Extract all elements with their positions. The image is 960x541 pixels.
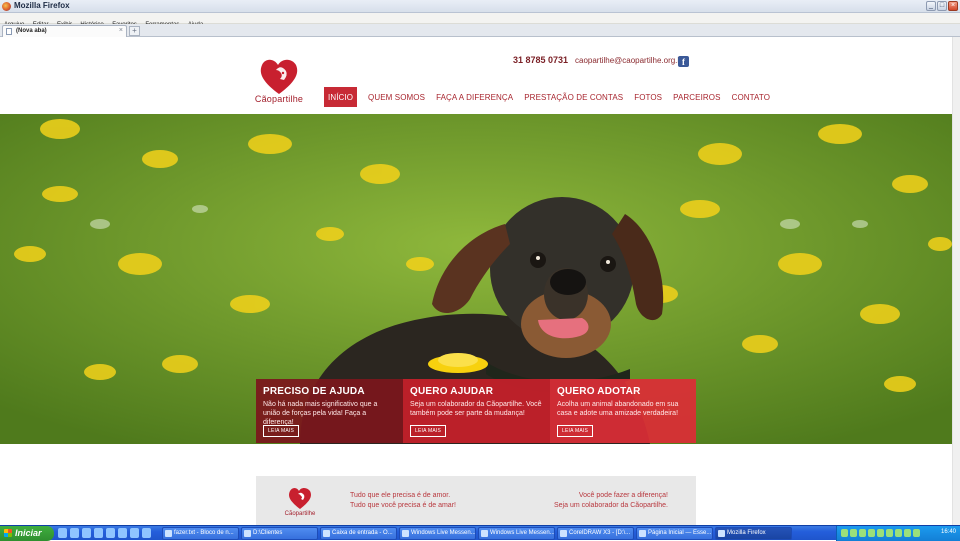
tray-icon[interactable] — [877, 529, 884, 537]
card-title: PRECISO DE AJUDA — [263, 386, 365, 397]
tab-nova-aba[interactable]: (Nova aba) × — [2, 25, 127, 37]
close-button[interactable]: × — [948, 1, 958, 11]
minimize-button[interactable]: _ — [926, 1, 936, 11]
leia-mais-button[interactable]: LEIA MAIS — [263, 425, 299, 437]
card-title: QUERO AJUDAR — [410, 386, 494, 397]
tray-icon[interactable] — [886, 529, 893, 537]
nav-contato[interactable]: CONTATO — [732, 93, 770, 102]
tray-icon[interactable] — [904, 529, 911, 537]
window-titlebar: Mozilla Firefox _ □ × — [0, 0, 960, 13]
nav-quem-somos[interactable]: QUEM SOMOS — [368, 93, 425, 102]
quick-launch-icon[interactable] — [142, 528, 151, 538]
quick-launch-icon[interactable] — [130, 528, 139, 538]
menubar: Arquivo Editar Exibir Histórico Favorito… — [0, 13, 960, 28]
taskbar-item[interactable]: CorelDRAW X3 - [D:\... — [557, 527, 634, 540]
taskbar-item[interactable]: Página Inicial — Esse... — [636, 527, 713, 540]
quick-launch-icon[interactable] — [82, 528, 91, 538]
tab-bar: (Nova aba) × + — [0, 24, 960, 37]
card-title: QUERO ADOTAR — [557, 386, 641, 397]
main-nav: INÍCIO QUEM SOMOS FAÇA A DIFERENÇA PREST… — [324, 87, 781, 107]
quick-launch-icon[interactable] — [106, 528, 115, 538]
facebook-icon[interactable]: f — [678, 56, 689, 67]
nav-faca-a-diferenca[interactable]: FAÇA A DIFERENÇA — [436, 93, 513, 102]
window-controls: _ □ × — [926, 1, 958, 11]
quick-launch-icon[interactable] — [70, 528, 79, 538]
tray-icon[interactable] — [841, 529, 848, 537]
card-quero-adotar[interactable]: QUERO ADOTAR Acolha um animal abandonado… — [550, 379, 696, 443]
footer-right-line-2: Seja um colaborador da Cãopartilhe. — [553, 502, 668, 509]
window-title: Mozilla Firefox — [14, 1, 70, 10]
nav-prestacao-de-contas[interactable]: PRESTAÇÃO DE CONTAS — [524, 93, 623, 102]
footer-left-line-1: Tudo que ele precisa é de amor. — [350, 492, 451, 499]
system-tray: 16:40 — [836, 526, 960, 541]
footer-logo-text: Cãopartilhe — [284, 511, 316, 517]
start-button[interactable]: Iniciar — [0, 526, 54, 541]
taskbar-item[interactable]: fazer.txt - Bloco de n... — [162, 527, 239, 540]
windows-taskbar: Iniciar fazer.txt - Bloco de n... D:\Cli… — [0, 525, 960, 541]
quick-launch-icon[interactable] — [118, 528, 127, 538]
clock[interactable]: 16:40 — [941, 529, 956, 535]
firefox-icon — [2, 2, 11, 11]
footer-band: Cãopartilhe Tudo que ele precisa é de am… — [256, 476, 696, 525]
page-icon — [6, 28, 12, 35]
taskbar-item[interactable]: Caixa de entrada - O... — [320, 527, 397, 540]
nav-fotos[interactable]: FOTOS — [634, 93, 662, 102]
footer-left-text: Tudo que ele precisa é de amor. Tudo que… — [350, 491, 456, 511]
nav-inicio[interactable]: INÍCIO — [324, 87, 358, 107]
quick-launch-icon[interactable] — [58, 528, 67, 538]
tray-icon[interactable] — [868, 529, 875, 537]
taskbar-item[interactable]: Windows Live Messen... — [478, 527, 555, 540]
leia-mais-button[interactable]: LEIA MAIS — [410, 425, 446, 437]
quick-launch — [58, 528, 151, 538]
card-text: Seja um colaborador da Cãopartilhe. Você… — [410, 401, 542, 417]
new-tab-button[interactable]: + — [129, 26, 140, 36]
tray-icons — [841, 529, 920, 537]
card-quero-ajudar[interactable]: QUERO AJUDAR Seja um colaborador da Cãop… — [403, 379, 550, 443]
web-page: Cãopartilhe 31 8785 0731 caopartilhe@cao… — [0, 37, 960, 525]
logo-text: Cãopartilhe — [254, 94, 304, 104]
taskbar-buttons: fazer.txt - Bloco de n... D:\Clientes Ca… — [162, 527, 792, 540]
page-scrollbar[interactable] — [952, 37, 960, 525]
tray-icon[interactable] — [859, 529, 866, 537]
nav-parceiros[interactable]: PARCEIROS — [673, 93, 720, 102]
taskbar-item-active[interactable]: Mozilla Firefox — [715, 527, 792, 540]
heart-logo-icon — [260, 59, 298, 94]
card-text: Não há nada mais significativo que a uni… — [263, 401, 378, 426]
quick-launch-icon[interactable] — [94, 528, 103, 538]
footer-right-line-1: Você pode fazer a diferença! — [578, 492, 668, 499]
taskbar-item[interactable]: D:\Clientes — [241, 527, 318, 540]
contact-email[interactable]: caopartilhe@caopartilhe.org.br — [575, 56, 685, 65]
taskbar-item[interactable]: Windows Live Messen... — [399, 527, 476, 540]
footer-right-text: Você pode fazer a diferença! Seja um col… — [554, 491, 668, 511]
footer-left-line-2: Tudo que você precisa é de amar! — [350, 502, 456, 509]
card-text: Acolha um animal abandonado em sua casa … — [557, 401, 679, 417]
maximize-button[interactable]: □ — [937, 1, 947, 11]
tray-icon[interactable] — [895, 529, 902, 537]
hero-banner: PRECISO DE AJUDA Não há nada mais signif… — [0, 114, 952, 444]
windows-flag-icon — [4, 529, 12, 537]
contact-phone: 31 8785 0731 — [513, 55, 569, 65]
tray-icon[interactable] — [850, 529, 857, 537]
tab-close-icon[interactable]: × — [119, 27, 123, 34]
start-label: Iniciar — [15, 528, 42, 538]
tab-label: (Nova aba) — [16, 28, 47, 34]
tray-icon[interactable] — [913, 529, 920, 537]
card-preciso-de-ajuda[interactable]: PRECISO DE AJUDA Não há nada mais signif… — [256, 379, 403, 443]
leia-mais-button[interactable]: LEIA MAIS — [557, 425, 593, 437]
